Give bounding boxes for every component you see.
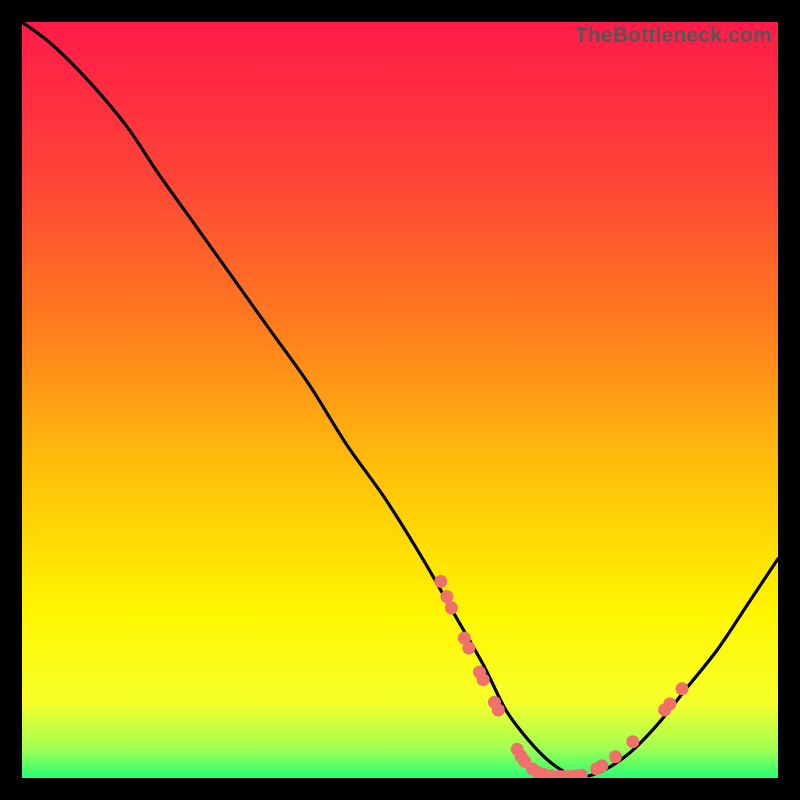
chart-canvas <box>22 22 778 778</box>
watermark-text: TheBottleneck.com <box>575 24 772 48</box>
curve-marker <box>595 759 608 772</box>
curve-marker <box>676 682 689 695</box>
chart-frame: TheBottleneck.com <box>22 22 778 778</box>
curve-marker <box>434 575 447 588</box>
curve-marker <box>663 697 676 710</box>
curve-marker <box>626 735 639 748</box>
curve-marker <box>462 642 475 655</box>
curve-marker <box>445 601 458 614</box>
curve-marker <box>609 750 622 763</box>
curve-marker <box>440 590 453 603</box>
curve-marker <box>492 704 505 717</box>
curve-marker <box>477 673 490 686</box>
gradient-background <box>22 22 778 778</box>
